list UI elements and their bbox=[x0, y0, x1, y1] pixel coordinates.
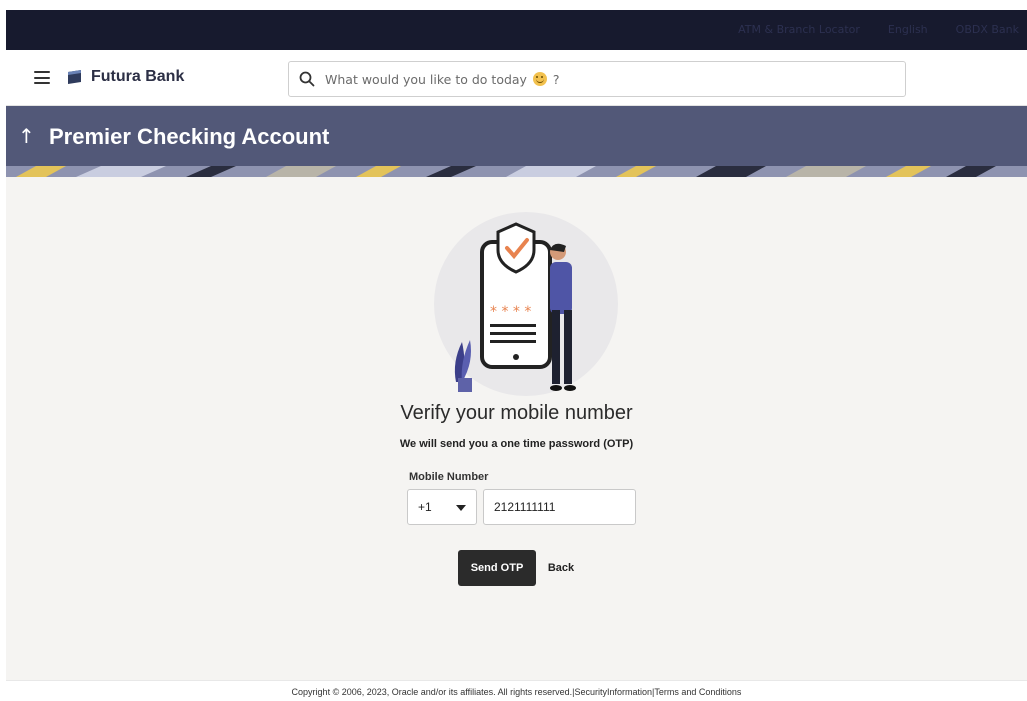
atm-branch-locator-link[interactable]: ATM & Branch Locator bbox=[738, 23, 860, 36]
search-placeholder: What would you like to do today ? bbox=[325, 72, 560, 87]
top-bar-links: ATM & Branch Locator English OBDX Bank bbox=[738, 23, 1019, 36]
otp-subtext: We will send you a one time password (OT… bbox=[399, 438, 634, 450]
menu-icon[interactable] bbox=[34, 71, 50, 84]
back-button[interactable]: Back bbox=[542, 550, 580, 586]
country-code-select[interactable]: +1 bbox=[407, 489, 477, 525]
verify-heading: Verify your mobile number bbox=[400, 402, 633, 424]
security-information-link[interactable]: SecurityInformation bbox=[575, 687, 653, 697]
page-footer: Copyright © 2006, 2023, Oracle and/or it… bbox=[6, 680, 1027, 701]
mobile-number-label: Mobile Number bbox=[409, 471, 489, 483]
country-code-value: +1 bbox=[418, 500, 432, 514]
top-bar: ATM & Branch Locator English OBDX Bank bbox=[6, 10, 1027, 50]
copyright-text: Copyright © 2006, 2023, Oracle and/or it… bbox=[291, 687, 573, 697]
terms-conditions-link[interactable]: Terms and Conditions bbox=[654, 687, 741, 697]
search-icon bbox=[299, 71, 315, 87]
caret-down-icon bbox=[456, 505, 466, 511]
mobile-number-input[interactable] bbox=[483, 489, 636, 525]
back-arrow-icon[interactable]: ↑ bbox=[18, 124, 35, 148]
page-frame: ATM & Branch Locator English OBDX Bank F… bbox=[6, 10, 1027, 701]
bank-selector[interactable]: OBDX Bank bbox=[956, 23, 1019, 36]
banner-pattern bbox=[6, 166, 1027, 177]
page-title: Premier Checking Account bbox=[49, 124, 330, 149]
smiley-icon bbox=[532, 72, 547, 86]
app-header: Futura Bank What would you like to do to… bbox=[6, 50, 1027, 106]
page-banner: ↑ Premier Checking Account bbox=[6, 106, 1027, 177]
send-otp-button[interactable]: Send OTP bbox=[458, 550, 536, 586]
search-input[interactable]: What would you like to do today ? bbox=[288, 61, 906, 97]
brand-name: Futura Bank bbox=[91, 68, 185, 85]
otp-mask-text: * * * * bbox=[490, 304, 531, 320]
footer-text: Copyright © 2006, 2023, Oracle and/or it… bbox=[291, 687, 742, 697]
language-selector[interactable]: English bbox=[888, 23, 928, 36]
bank-logo-icon bbox=[68, 70, 81, 84]
verification-illustration: * * * * bbox=[434, 212, 618, 396]
